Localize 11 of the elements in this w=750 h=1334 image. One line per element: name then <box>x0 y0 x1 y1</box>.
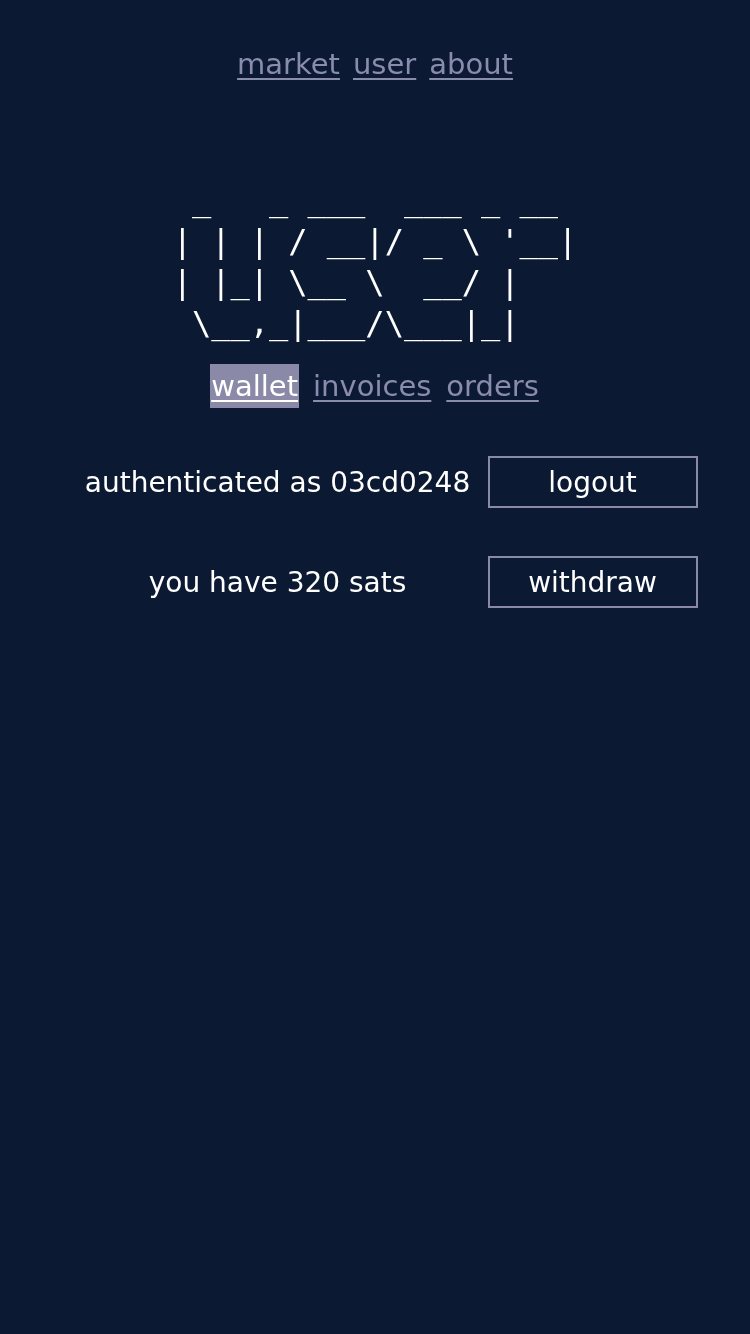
status-text: you have 320 sats <box>147 565 408 599</box>
action-button[interactable]: logout <box>487 456 698 508</box>
ascii-art-logo: _ _ ___ ___ _ __ | | | / __|/ _ \ '__| | |_| \__ \ __/ | \__,_|___/\___|_| <box>172 180 578 344</box>
tab-link[interactable]: wallet <box>210 364 300 408</box>
nav-link[interactable]: about <box>429 44 513 84</box>
tab-link[interactable]: invoices <box>312 364 433 408</box>
status-text: authenticated as 03cd0248 <box>83 465 472 499</box>
tab-link[interactable]: orders <box>445 364 540 408</box>
action-button[interactable]: withdraw <box>487 556 698 608</box>
nav-link[interactable]: user <box>353 44 417 84</box>
nav-link[interactable]: market <box>237 44 340 84</box>
